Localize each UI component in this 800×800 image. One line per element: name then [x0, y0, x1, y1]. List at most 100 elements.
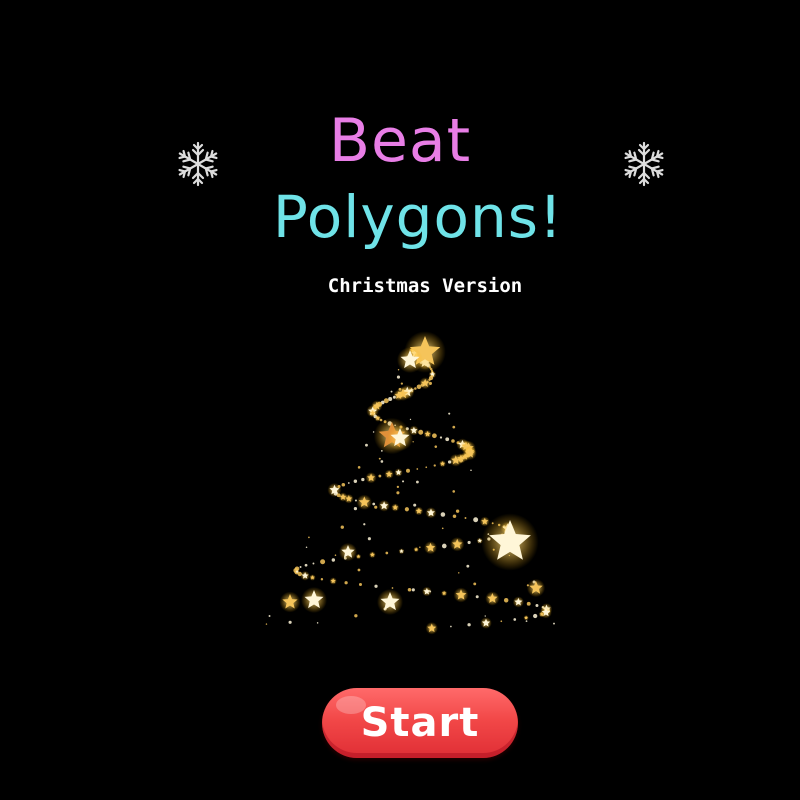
sparkle-dot — [334, 554, 337, 556]
sparkle-dot — [305, 546, 308, 549]
sparkle-dot — [425, 466, 428, 469]
sparkle-dot — [400, 382, 403, 385]
sparkle-dot — [357, 568, 361, 572]
sparkle-dot — [398, 387, 402, 391]
sparkle-dot — [450, 625, 452, 628]
sparkle-dot — [441, 543, 447, 549]
sparkle-dot — [441, 527, 444, 530]
sparkle-dot — [385, 551, 389, 555]
sparkle-dot — [378, 474, 382, 478]
sparkle-dot — [299, 566, 302, 568]
sparkle-dot — [525, 620, 528, 622]
snowflake-icon — [622, 141, 666, 187]
sparkle-dot — [432, 433, 437, 439]
start-button[interactable]: Start — [322, 688, 518, 758]
sparkle-dot — [407, 587, 412, 592]
game-title-line-1: Beat — [328, 106, 472, 176]
sparkle-dot — [484, 615, 486, 617]
sparkle-dot — [413, 503, 417, 507]
sparkle-dot — [434, 445, 438, 448]
sparkle-dot — [380, 460, 384, 463]
sparkle-dot — [288, 620, 292, 624]
sparkle-dot — [467, 540, 471, 545]
sparkle-dot — [412, 441, 414, 443]
sparkle-dot — [433, 464, 436, 467]
sparkle-dot — [401, 480, 405, 483]
sparkle-dot — [304, 563, 308, 567]
snowflake-icon — [176, 141, 220, 187]
sparkle-dot — [466, 564, 470, 568]
sparkle-dot — [344, 581, 348, 585]
sparkle-dot — [533, 613, 538, 619]
sparkle-dot — [372, 502, 376, 506]
sparkle-dot — [308, 536, 310, 539]
sparkle-dot — [429, 590, 432, 593]
sparkle-dot — [396, 491, 400, 495]
sparkle-dot — [396, 375, 401, 379]
christmas-tree-illustration — [265, 331, 555, 635]
sparkle-dot — [388, 396, 393, 402]
sparkle-dot — [452, 425, 456, 429]
sparkle-dot — [392, 395, 396, 399]
sparkle-dot — [439, 436, 443, 439]
sparkle-dot — [409, 418, 412, 421]
sparkle-dot — [331, 558, 336, 562]
sparkle-dot — [455, 509, 460, 513]
sparkle-dot — [470, 469, 472, 472]
sparkle-dot — [513, 618, 517, 621]
sparkle-dot — [353, 507, 358, 511]
sparkle-dot — [265, 623, 268, 625]
sparkle-dot — [372, 431, 375, 433]
sparkle-dot — [357, 466, 361, 469]
sparkle-dot — [416, 384, 422, 390]
sparkle-dot — [354, 614, 358, 618]
sparkle-dot — [459, 459, 463, 463]
sparkle-dot — [451, 439, 455, 443]
sparkle-dot — [415, 480, 419, 484]
sparkle-dot — [458, 572, 460, 574]
sparkle-dot — [464, 517, 467, 519]
sparkle-dot — [467, 623, 471, 627]
sparkle-dot — [440, 512, 446, 517]
sparkle-dot — [397, 369, 400, 371]
game-title-line-2: Polygons! — [272, 183, 564, 251]
game-subtitle: Christmas Version — [327, 275, 523, 297]
sparkle-dot — [391, 587, 394, 589]
sparkle-dot — [316, 622, 319, 624]
sparkle-dot — [374, 505, 378, 509]
sparkle-dot — [452, 490, 456, 493]
sparkle-dot — [416, 468, 419, 470]
sparkle-dot — [354, 499, 357, 502]
sparkle-dot — [341, 482, 346, 487]
sparkle-dot — [353, 479, 358, 483]
sparkle-dot — [411, 588, 415, 592]
sparkle-dot — [428, 381, 433, 386]
sparkle-dot — [418, 429, 424, 435]
sparkle-dot — [320, 559, 326, 565]
sparkle-dot — [367, 537, 371, 541]
sparkle-dot — [500, 620, 503, 623]
sparkle-dot — [295, 570, 299, 573]
sparkle-dot — [358, 582, 362, 587]
sparkle-dot — [503, 598, 509, 603]
sparkle-dot — [320, 578, 324, 581]
sparkle-dot — [268, 615, 271, 617]
start-button-label: Start — [360, 700, 480, 746]
sparkle-dot — [419, 546, 421, 548]
sparkle-dot — [406, 468, 410, 473]
sparkle-dot — [363, 523, 366, 526]
sparkle-dot — [347, 482, 350, 484]
sparkle-dot — [390, 390, 393, 393]
sparkle-dot — [526, 601, 531, 606]
sparkle-dot — [475, 595, 479, 599]
sparkle-dot — [535, 604, 539, 607]
sparkle-dot — [473, 517, 479, 523]
sparkle-dot — [340, 525, 344, 529]
sparkle-dot — [473, 582, 477, 586]
sparkle-dot — [365, 443, 368, 447]
sparkle-dot — [378, 457, 381, 460]
sparkle-dot — [448, 412, 451, 415]
sparkle-dot — [374, 584, 378, 588]
sparkle-dot — [312, 562, 315, 565]
sparkle-dot — [447, 460, 452, 464]
